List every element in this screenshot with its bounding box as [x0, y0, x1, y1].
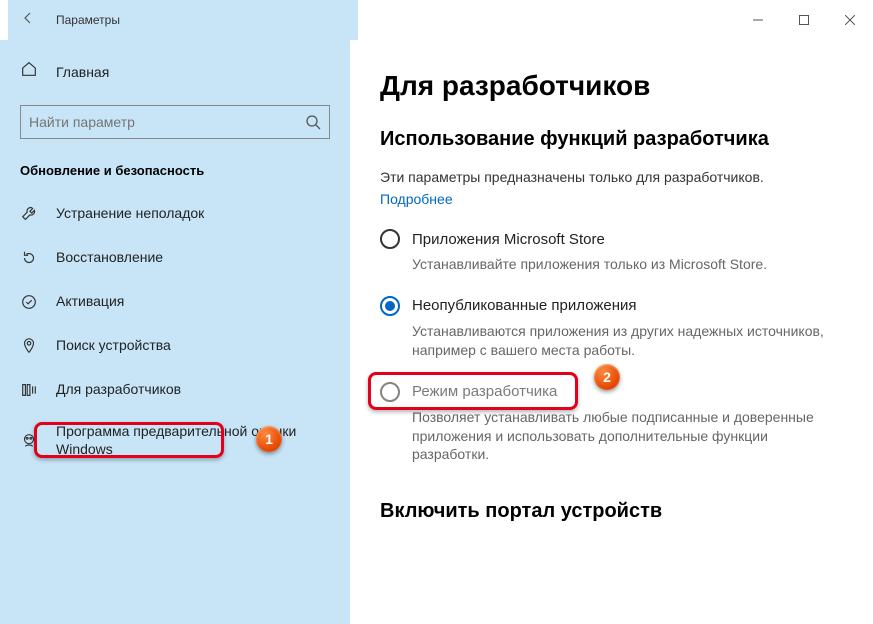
maximize-button[interactable]: [781, 0, 827, 40]
page-heading: Для разработчиков: [380, 70, 833, 102]
sidebar-item-label: Устранение неполадок: [56, 205, 204, 223]
radio-developer[interactable]: [380, 382, 400, 402]
window-title: Параметры: [56, 13, 120, 27]
titlebar: Параметры: [0, 0, 873, 40]
search-icon: [305, 114, 321, 130]
sidebar: Главная Обновление и безопасность Устран…: [0, 40, 350, 624]
insider-icon: [20, 432, 38, 450]
radio-label: Режим разработчика: [412, 383, 557, 400]
search-box[interactable]: [20, 105, 330, 139]
radio-label: Неопубликованные приложения: [412, 297, 637, 314]
sidebar-item-insider[interactable]: Программа предварительной оценки Windows: [0, 412, 350, 469]
radio-sideload[interactable]: [380, 296, 400, 316]
close-button[interactable]: [827, 0, 873, 40]
minimize-button[interactable]: [735, 0, 781, 40]
radio-label: Приложения Microsoft Store: [412, 231, 605, 248]
search-input[interactable]: [29, 114, 305, 130]
radio-item-store: Приложения Microsoft Store Устанавливайт…: [380, 229, 833, 274]
wrench-icon: [20, 205, 38, 223]
annotation-badge-1: 1: [256, 426, 282, 452]
radio-desc: Устанавливайте приложения только из Micr…: [412, 255, 833, 274]
sidebar-item-recovery[interactable]: Восстановление: [0, 236, 350, 280]
developer-icon: [20, 381, 38, 399]
sidebar-item-developers[interactable]: Для разработчиков: [0, 368, 350, 412]
main-content: Для разработчиков Использование функций …: [350, 40, 873, 624]
recovery-icon: [20, 249, 38, 267]
radio-item-developer: Режим разработчика 2 Позволяет устанавли…: [380, 382, 833, 465]
section-desc: Эти параметры предназначены только для р…: [380, 169, 833, 185]
section-heading-2: Включить портал устройств: [380, 500, 833, 523]
sidebar-item-label: Активация: [56, 293, 124, 311]
sidebar-home-label: Главная: [56, 64, 109, 80]
settings-window: Параметры Главная Обновление и безопасно…: [0, 0, 873, 624]
sidebar-section-title: Обновление и безопасность: [0, 159, 350, 192]
sidebar-item-label: Для разработчиков: [56, 381, 181, 399]
location-icon: [20, 337, 38, 355]
more-link[interactable]: Подробнее: [380, 191, 833, 207]
sidebar-item-find-device[interactable]: Поиск устройства: [0, 324, 350, 368]
sidebar-item-label: Поиск устройства: [56, 337, 171, 355]
sidebar-item-label: Восстановление: [56, 249, 163, 267]
radio-desc: Устанавливаются приложения из других над…: [412, 322, 833, 360]
sidebar-home[interactable]: Главная: [0, 50, 350, 93]
radio-item-sideload: Неопубликованные приложения Устанавливаю…: [380, 296, 833, 360]
home-icon: [20, 60, 38, 83]
radio-store[interactable]: [380, 229, 400, 249]
sidebar-item-troubleshoot[interactable]: Устранение неполадок: [0, 192, 350, 236]
section-heading-1: Использование функций разработчика: [380, 128, 833, 151]
back-icon[interactable]: [20, 10, 36, 31]
radio-desc: Позволяет устанавливать любые подписанны…: [412, 408, 833, 465]
sidebar-item-label: Программа предварительной оценки Windows: [56, 423, 330, 458]
annotation-badge-2: 2: [594, 364, 620, 390]
check-circle-icon: [20, 293, 38, 311]
sidebar-item-activation[interactable]: Активация: [0, 280, 350, 324]
